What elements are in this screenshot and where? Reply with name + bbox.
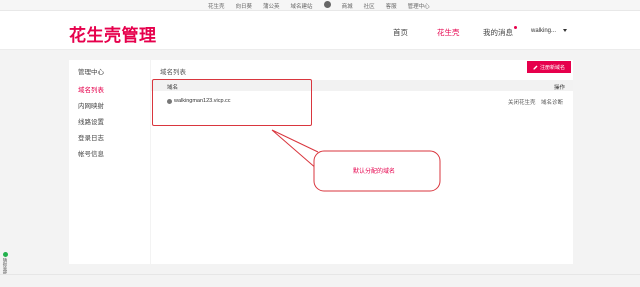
nav-hsk[interactable]: 花生壳 (437, 27, 460, 38)
sidebar: 管理中心 域名列表 内网映射 线路设置 登录日志 帐号信息 (69, 60, 150, 264)
globe-icon[interactable] (323, 1, 331, 8)
top-link-hsk[interactable]: 花生壳 (208, 2, 225, 10)
nav-messages[interactable]: 我的消息 (483, 26, 517, 38)
top-bar: 花生壳 向日葵 蒲公英 域名建站 商城 社区 客服 管理中心 (0, 0, 640, 11)
top-link-admin[interactable]: 管理中心 (408, 2, 430, 10)
top-link-mall[interactable]: 商城 (342, 2, 353, 10)
top-link-site[interactable]: 域名建站 (291, 2, 313, 10)
notification-dot-icon (514, 26, 517, 29)
user-menu[interactable]: walking... (531, 28, 567, 34)
sidebar-item-admin[interactable]: 管理中心 (78, 66, 104, 76)
edit-icon (533, 65, 538, 69)
top-link-pgy[interactable]: 蒲公英 (263, 2, 280, 10)
top-links: 花生壳 向日葵 蒲公英 域名建站 商城 社区 客服 管理中心 (208, 1, 430, 10)
user-name: walking... (531, 28, 557, 34)
footer-strip (0, 274, 640, 287)
sidebar-item-mapping[interactable]: 内网映射 (78, 100, 104, 110)
chevron-down-icon (562, 28, 567, 32)
close-hsk-link[interactable]: 关闭花生壳 (508, 98, 536, 106)
page-title: 域名列表 (160, 69, 186, 76)
sidebar-item-domains[interactable]: 域名列表 (78, 84, 104, 94)
top-link-community[interactable]: 社区 (364, 2, 375, 10)
register-domain-button[interactable]: 注册新域名 (527, 61, 571, 73)
nav-messages-label: 我的消息 (483, 28, 513, 37)
register-domain-label: 注册新域名 (539, 64, 565, 71)
domain-diagnose-link[interactable]: 域名诊断 (541, 98, 563, 106)
annotation-highlight-box (152, 79, 312, 126)
status-dot-icon (2, 252, 8, 257)
logo[interactable]: 花生壳管理 (69, 21, 157, 46)
column-header-action: 操作 (553, 84, 565, 91)
sidebar-item-logs[interactable]: 登录日志 (78, 132, 104, 142)
sidebar-item-lines[interactable]: 线路设置 (78, 116, 104, 126)
top-link-sunlogin[interactable]: 向日葵 (236, 2, 253, 10)
top-link-service[interactable]: 客服 (386, 2, 397, 10)
nav-home[interactable]: 首页 (393, 27, 408, 38)
header: 花生壳管理 首页 花生壳 我的消息 walking... (0, 11, 640, 50)
callout-text: 默认分配的域名 (353, 169, 396, 175)
sidebar-item-account[interactable]: 帐号信息 (78, 148, 104, 158)
